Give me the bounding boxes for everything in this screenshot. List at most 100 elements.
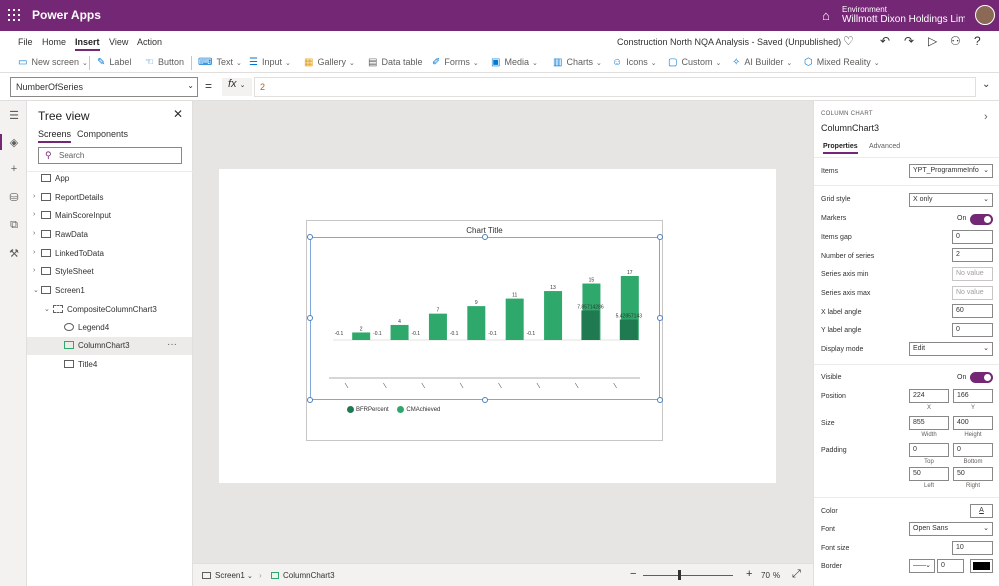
zoom-slider-thumb[interactable]	[678, 570, 681, 580]
border-color-picker[interactable]	[970, 559, 993, 573]
charts-button[interactable]: ▥ Charts ⌄	[553, 57, 602, 68]
fit-to-window-icon[interactable]: ⤢	[792, 568, 801, 581]
expand-formula-icon[interactable]: ⌄	[982, 79, 990, 90]
media-rail-icon[interactable]: ⧉	[7, 219, 21, 233]
label-button[interactable]: ✎ Label	[97, 57, 131, 68]
x-label-angle-input[interactable]: 60	[952, 304, 993, 318]
text-button[interactable]: ⌨ Text ⌄	[198, 57, 242, 68]
control-name[interactable]: ColumnChart3	[821, 123, 879, 133]
zoom-in-button[interactable]: +	[746, 568, 752, 580]
tree-item-control[interactable]: Title4	[27, 356, 192, 374]
media-button[interactable]: ▣ Media ⌄	[491, 57, 538, 68]
font-size-input[interactable]: 10	[952, 541, 993, 555]
close-icon[interactable]: ✕	[173, 107, 183, 121]
series-axis-max-input[interactable]: No value	[952, 286, 993, 300]
new-screen-button[interactable]: ▭ New screen ⌄	[18, 57, 88, 68]
number-of-series-input[interactable]: 2	[952, 248, 993, 262]
layers-icon[interactable]: ◈	[7, 136, 21, 150]
share-user-icon[interactable]: ⚇	[950, 34, 961, 48]
tree-item-screen[interactable]: › MainScoreInput	[27, 207, 192, 225]
tab-screens[interactable]: Screens	[38, 129, 72, 143]
display-mode-dropdown[interactable]: Edit ⌄	[909, 342, 993, 356]
property-dropdown[interactable]: NumberOfSeries ⌄	[10, 77, 198, 97]
series-axis-min-input[interactable]: No value	[952, 267, 993, 281]
undo-icon[interactable]: ↶	[880, 34, 890, 48]
tree-item-screen[interactable]: › RawData	[27, 226, 192, 244]
play-icon[interactable]: ▷	[928, 34, 937, 48]
tools-icon[interactable]: ⚒	[7, 247, 21, 261]
forms-button[interactable]: ✐ Forms ⌄	[432, 57, 479, 68]
menu-action[interactable]: Action	[137, 37, 162, 47]
tree-item-screen[interactable]: › ReportDetails	[27, 189, 192, 207]
formula-input[interactable]: 2	[254, 77, 976, 97]
app-checker-icon[interactable]: ♡	[843, 34, 854, 48]
resize-handle[interactable]	[307, 315, 313, 321]
markers-toggle[interactable]	[970, 214, 993, 225]
tree-search-input[interactable]: ⚲ Search	[38, 147, 182, 164]
app-launcher-icon[interactable]	[8, 9, 20, 21]
resize-handle[interactable]	[482, 397, 488, 403]
chart-legend[interactable]: BFRPercent CMAchieved	[347, 406, 447, 413]
items-gap-input[interactable]: 0	[952, 230, 993, 244]
visible-toggle[interactable]	[970, 372, 993, 383]
padding-left-input[interactable]: 50	[909, 467, 949, 481]
grid-style-dropdown[interactable]: X only ⌄	[909, 193, 993, 207]
chevron-right-icon[interactable]: ›	[984, 111, 988, 123]
font-dropdown[interactable]: Open Sans ⌄	[909, 522, 993, 536]
tab-advanced[interactable]: Advanced	[869, 143, 900, 150]
gallery-button[interactable]: ▦ Gallery ⌄	[304, 57, 355, 68]
fx-button[interactable]: fx ⌄	[222, 78, 252, 96]
items-dropdown[interactable]: YPT_ProgrammeInfo ⌄	[909, 164, 993, 178]
y-label-angle-input[interactable]: 0	[952, 323, 993, 337]
tree-item-app[interactable]: App	[27, 170, 192, 188]
button-button[interactable]: ☜ Button	[145, 57, 184, 68]
environment-name[interactable]: Willmott Dixon Holdings Limite...	[842, 14, 965, 25]
menu-file[interactable]: File	[18, 37, 33, 47]
menu-view[interactable]: View	[109, 37, 128, 47]
resize-handle[interactable]	[657, 315, 663, 321]
padding-bottom-input[interactable]: 0	[953, 443, 993, 457]
resize-handle[interactable]	[482, 234, 488, 240]
design-canvas[interactable]: Chart Title -0.1 2 -0.1 4 -0.1 7 -0.1 9 -0.1 11 -0…	[193, 101, 813, 563]
tree-item-control[interactable]: ColumnChart3 ···	[27, 337, 192, 355]
resize-handle[interactable]	[307, 397, 313, 403]
zoom-out-button[interactable]: −	[630, 568, 636, 580]
padding-top-input[interactable]: 0	[909, 443, 949, 457]
tree-item-screen[interactable]: › LinkedToData	[27, 245, 192, 263]
plus-icon[interactable]: +	[7, 163, 21, 177]
tab-components[interactable]: Components	[77, 129, 128, 139]
border-width-input[interactable]: 0	[937, 559, 964, 573]
menu-insert[interactable]: Insert	[75, 37, 100, 51]
border-style-dropdown[interactable]: —— ⌄	[909, 559, 935, 573]
database-icon[interactable]: ⛁	[7, 191, 21, 205]
tree-item-screen[interactable]: › StyleSheet	[27, 263, 192, 281]
screen-breadcrumb[interactable]: Screen1 ⌄	[202, 571, 253, 580]
mixed-reality-button[interactable]: ⬡ Mixed Reality ⌄	[804, 57, 880, 68]
padding-right-input[interactable]: 50	[953, 467, 993, 481]
ai-builder-button[interactable]: ✧ AI Builder ⌄	[732, 57, 792, 68]
resize-handle[interactable]	[657, 397, 663, 403]
custom-button[interactable]: ▢ Custom ⌄	[668, 57, 721, 68]
menu-home[interactable]: Home	[42, 37, 66, 47]
position-y-input[interactable]: 166	[953, 389, 993, 403]
color-picker[interactable]: A	[970, 504, 993, 518]
input-button[interactable]: ☰ Input ⌄	[249, 57, 291, 68]
screen-canvas[interactable]: Chart Title -0.1 2 -0.1 4 -0.1 7 -0.1 9 -0.1 11 -0…	[219, 169, 776, 483]
help-icon[interactable]: ?	[974, 34, 981, 48]
composite-column-chart[interactable]: Chart Title -0.1 2 -0.1 4 -0.1 7 -0.1 9 -0.1 11 -0…	[306, 220, 663, 441]
position-x-input[interactable]: 224	[909, 389, 949, 403]
height-input[interactable]: 400	[953, 416, 993, 430]
tab-properties[interactable]: Properties	[823, 143, 858, 154]
redo-icon[interactable]: ↷	[904, 34, 914, 48]
data-table-button[interactable]: ▤ Data table	[368, 57, 422, 68]
zoom-slider[interactable]	[643, 575, 733, 576]
tree-item-group[interactable]: ⌄ CompositeColumnChart3	[27, 301, 192, 319]
more-options-icon[interactable]: ···	[167, 339, 177, 350]
avatar[interactable]	[975, 5, 995, 25]
width-input[interactable]: 855	[909, 416, 949, 430]
resize-handle[interactable]	[657, 234, 663, 240]
icons-button[interactable]: ☺ Icons ⌄	[612, 57, 657, 68]
hamburger-icon[interactable]: ☰	[7, 109, 21, 123]
resize-handle[interactable]	[307, 234, 313, 240]
control-breadcrumb[interactable]: ColumnChart3	[271, 571, 335, 580]
